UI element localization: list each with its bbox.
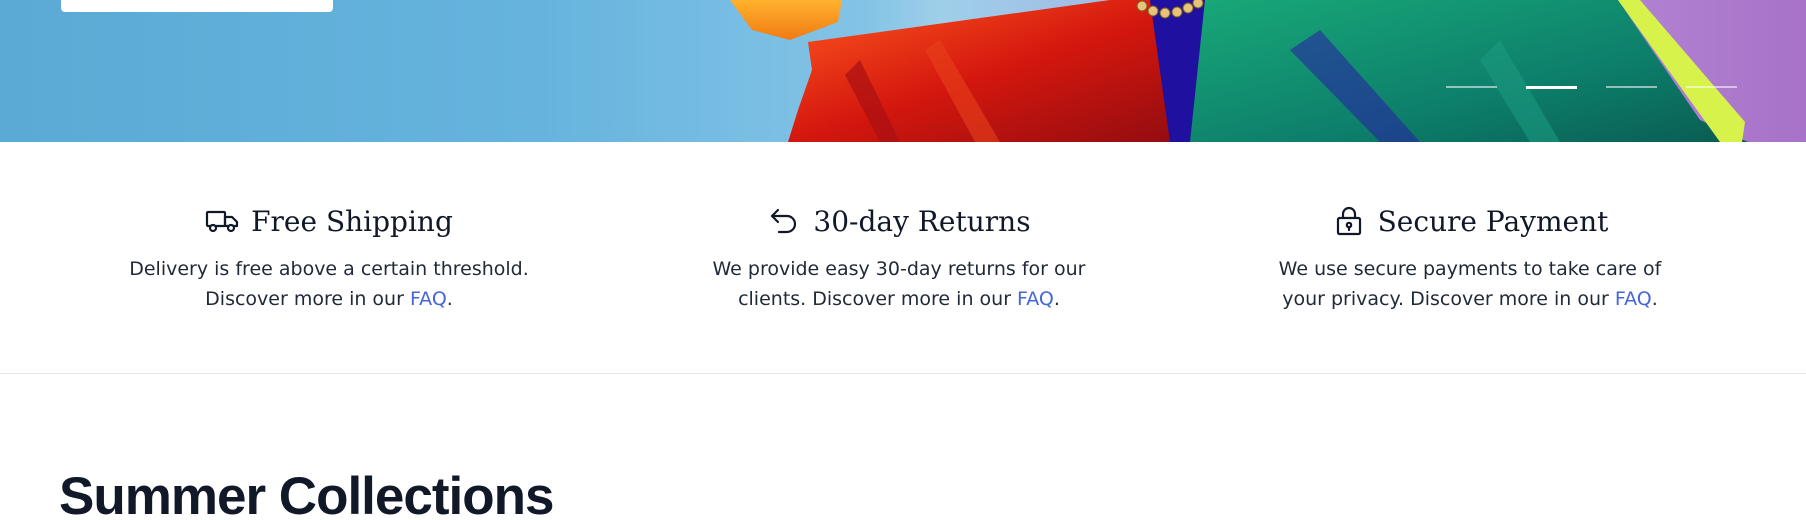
feature-title: Secure Payment [1180, 204, 1760, 238]
feature-title: Free Shipping [39, 204, 619, 238]
hero-cta-button[interactable] [61, 0, 333, 12]
features-strip: Free Shipping Delivery is free above a c… [0, 142, 1806, 374]
faq-link[interactable]: FAQ [1615, 288, 1652, 310]
carousel-indicators [1446, 86, 1737, 89]
hero-image [730, 0, 1748, 142]
carousel-dot-active[interactable] [1526, 86, 1577, 89]
carousel-dot[interactable] [1686, 86, 1737, 88]
feature-title: 30-day Returns [609, 204, 1189, 238]
faq-link[interactable]: FAQ [410, 288, 447, 310]
lock-icon [1332, 204, 1366, 238]
feature-title-text: 30-day Returns [813, 204, 1031, 238]
return-arrow-icon [767, 204, 801, 238]
hero-banner [0, 0, 1806, 142]
feature-description: We use secure payments to take care of y… [1260, 254, 1680, 314]
section-title-summer-collections: Summer Collections [59, 467, 554, 520]
feature-title-text: Free Shipping [251, 204, 453, 238]
carousel-dot[interactable] [1446, 86, 1497, 88]
feature-description-end: . [446, 288, 453, 310]
feature-returns: 30-day Returns We provide easy 30-day re… [609, 142, 1189, 314]
feature-description: Delivery is free above a certain thresho… [119, 254, 539, 314]
feature-description-end: . [1053, 288, 1060, 310]
feature-free-shipping: Free Shipping Delivery is free above a c… [39, 142, 619, 314]
feature-description-text: Delivery is free above a certain thresho… [129, 258, 529, 310]
feature-title-text: Secure Payment [1377, 204, 1609, 238]
faq-link[interactable]: FAQ [1017, 288, 1054, 310]
carousel-dot[interactable] [1606, 86, 1657, 88]
feature-description-end: . [1651, 288, 1658, 310]
feature-secure-payment: Secure Payment We use secure payments to… [1180, 142, 1760, 314]
feature-description-text: We use secure payments to take care of y… [1278, 258, 1662, 310]
truck-icon [205, 204, 239, 238]
feature-description: We provide easy 30-day returns for our c… [689, 254, 1109, 314]
